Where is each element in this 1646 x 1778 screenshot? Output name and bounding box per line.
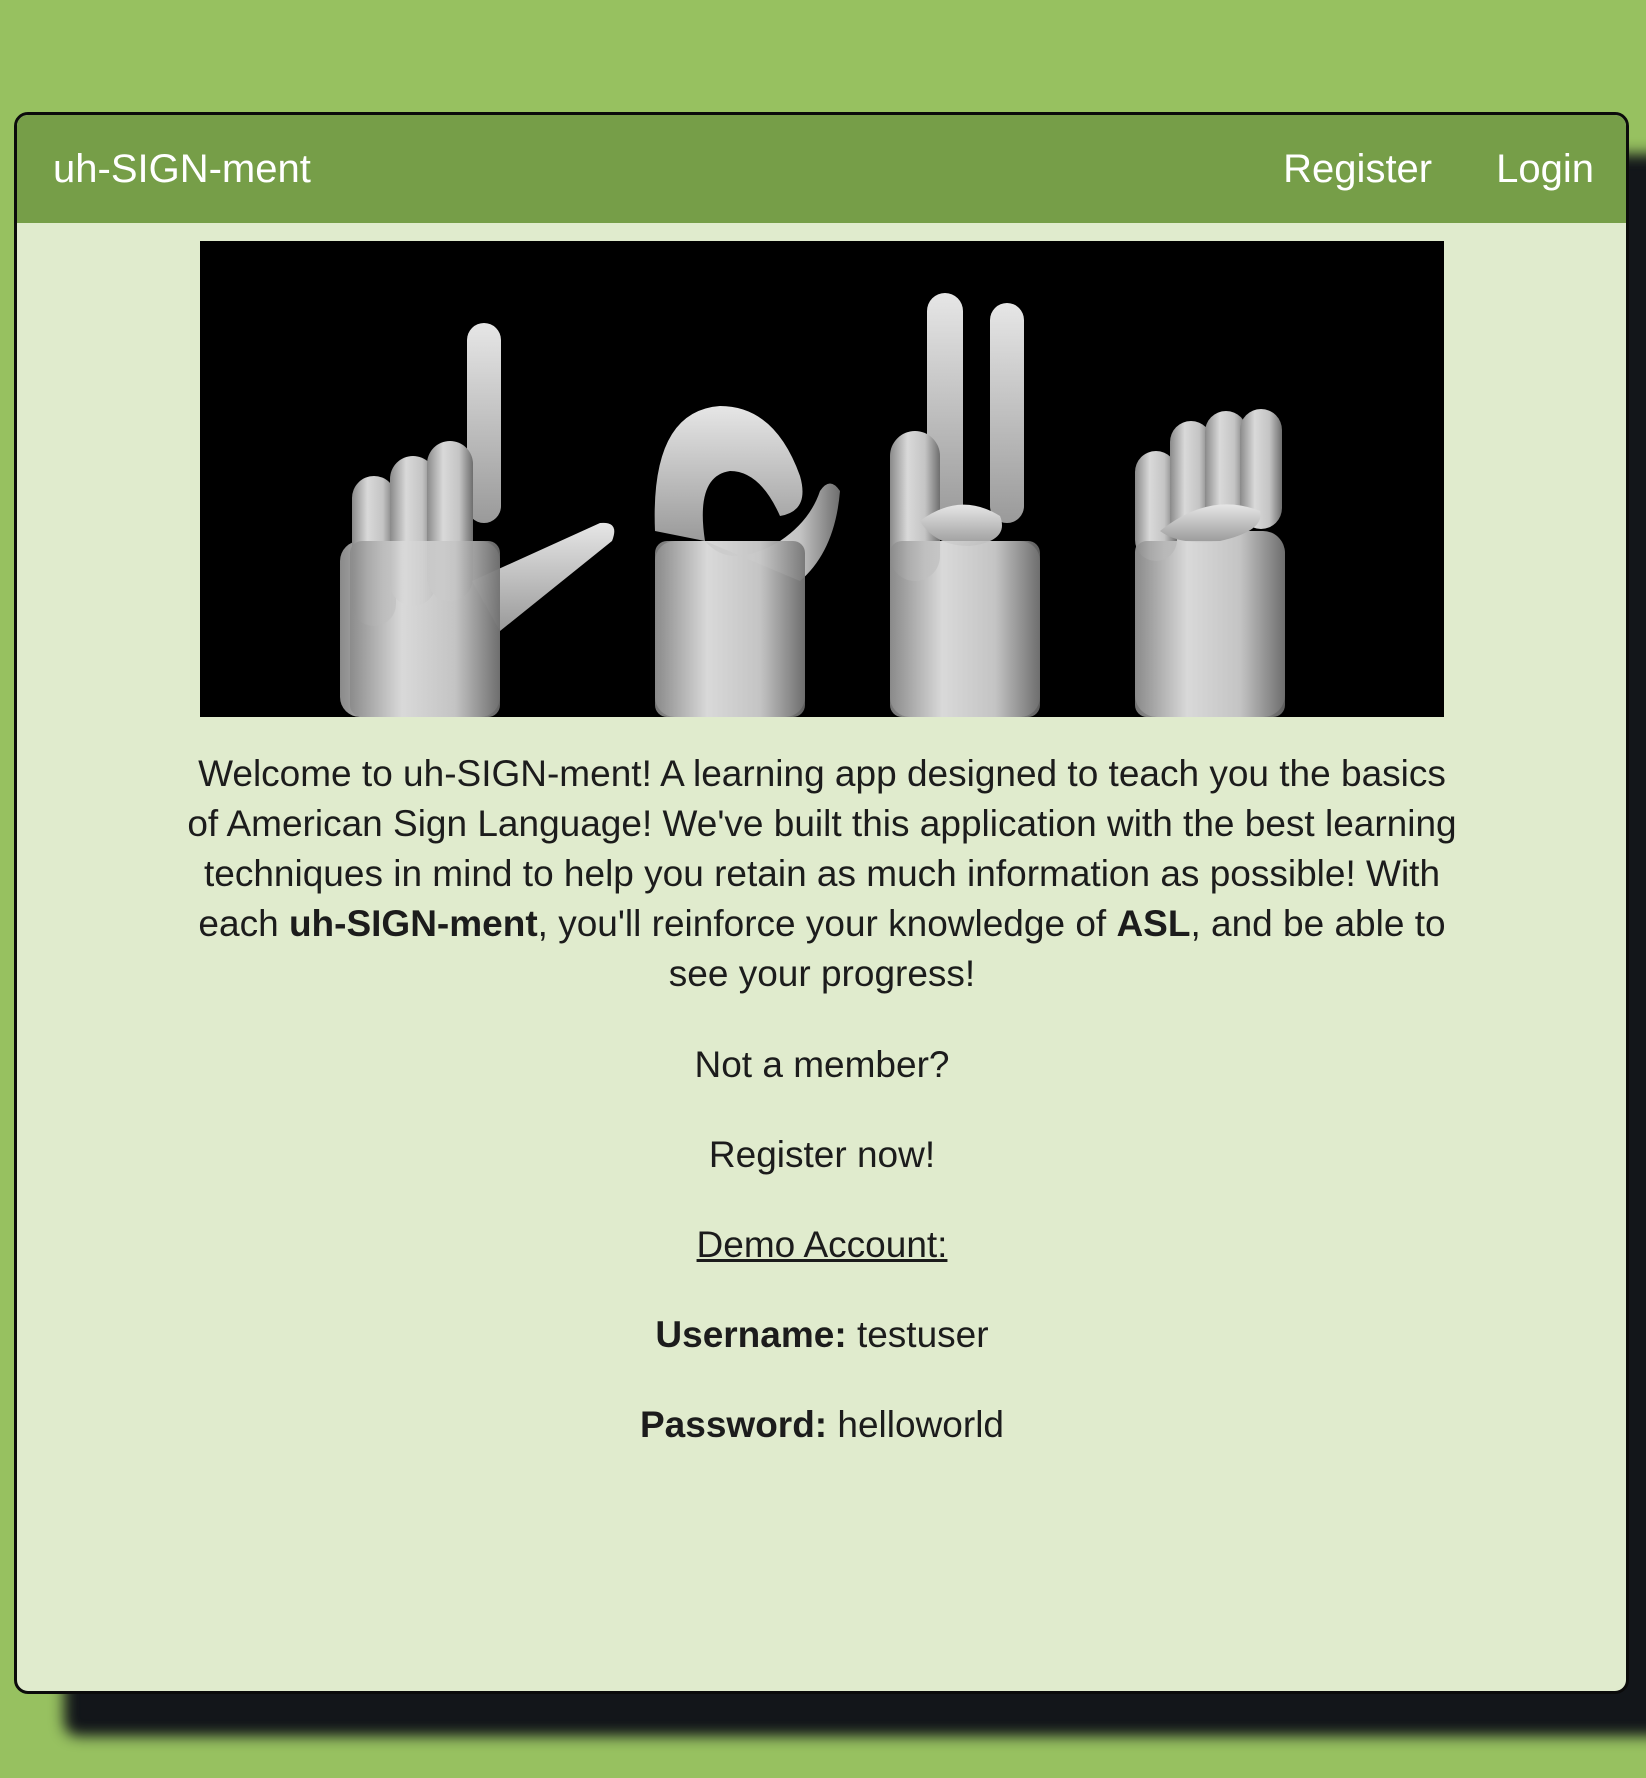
intro-bold-asl: ASL — [1116, 903, 1191, 944]
username-value: testuser — [856, 1314, 989, 1355]
intro-bold-app-name: uh-SIGN-ment — [288, 903, 538, 944]
brand-link[interactable]: uh-SIGN-ment — [53, 115, 311, 223]
intro-text-2: , you'll reinforce your knowledge of — [537, 903, 1117, 944]
nav-links: Register Login — [1219, 115, 1594, 223]
navbar: uh-SIGN-ment Register Login — [17, 115, 1626, 223]
nav-login-link[interactable]: Login — [1496, 147, 1594, 192]
username-label: Username: — [655, 1314, 847, 1355]
welcome-content: Welcome to uh-SIGN-ment! A learning app … — [187, 749, 1457, 1447]
app-window: uh-SIGN-ment Register Login Welcome to u… — [14, 112, 1629, 1694]
hero-image — [200, 241, 1444, 717]
password-value: helloworld — [837, 1404, 1004, 1445]
demo-account-heading: Demo Account: — [696, 1224, 948, 1265]
hand-e-shape — [1135, 409, 1285, 717]
register-now-link[interactable]: Register now! — [187, 1133, 1457, 1177]
demo-username-line: Username: testuser — [187, 1313, 1457, 1357]
intro-paragraph: Welcome to uh-SIGN-ment! A learning app … — [187, 749, 1457, 999]
demo-password-line: Password: helloworld — [187, 1403, 1457, 1447]
password-label: Password: — [640, 1404, 828, 1445]
nav-register-link[interactable]: Register — [1283, 147, 1432, 192]
not-member-text: Not a member? — [694, 1044, 950, 1085]
